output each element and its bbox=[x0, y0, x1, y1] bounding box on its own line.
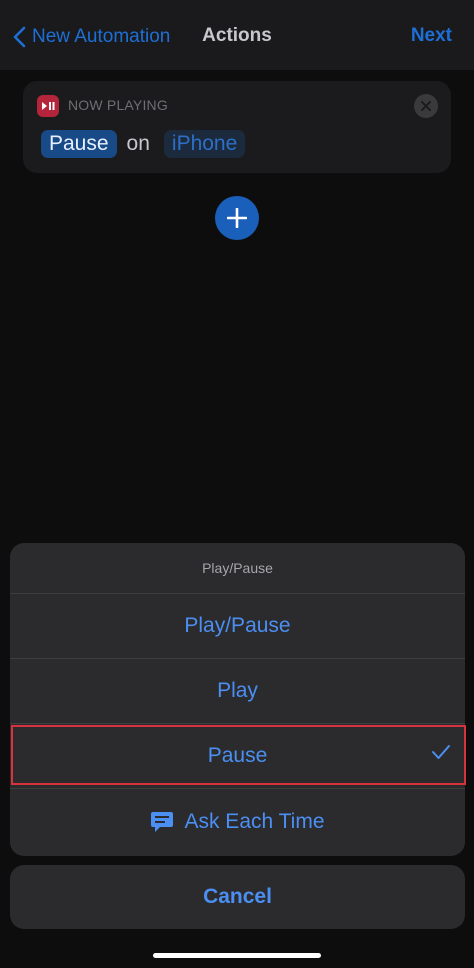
option-label: Pause bbox=[207, 744, 268, 767]
option-play-pause[interactable]: Play/Pause bbox=[10, 594, 465, 659]
remove-action-button[interactable] bbox=[414, 94, 438, 118]
option-label: Play/Pause bbox=[184, 614, 291, 637]
app-name-label: NOW PLAYING bbox=[68, 97, 168, 113]
action-value-token[interactable]: Pause bbox=[41, 130, 117, 158]
cancel-button[interactable]: Cancel bbox=[10, 865, 465, 929]
now-playing-app-icon bbox=[37, 95, 59, 117]
action-sheet-title: Play/Pause bbox=[10, 543, 465, 594]
option-play[interactable]: Play bbox=[10, 659, 465, 724]
connector-text: on bbox=[126, 132, 150, 155]
chat-bubble-icon bbox=[151, 811, 174, 832]
plus-icon bbox=[227, 208, 247, 228]
close-icon bbox=[421, 101, 431, 111]
play-pause-icon bbox=[42, 102, 55, 110]
option-label: Ask Each Time bbox=[184, 809, 325, 833]
option-label: Play bbox=[217, 679, 258, 702]
option-pause[interactable]: Pause bbox=[10, 724, 465, 789]
option-ask-each-time[interactable]: Ask Each Time bbox=[10, 789, 465, 854]
navigation-bar: New Automation Actions Next bbox=[0, 0, 474, 70]
home-indicator[interactable] bbox=[153, 953, 321, 958]
action-parameters: Pause on iPhone bbox=[41, 129, 246, 159]
page-title: Actions bbox=[202, 25, 272, 46]
action-sheet: Play/Pause Play/Pause Play Pause Ask Eac… bbox=[10, 543, 465, 856]
device-token[interactable]: iPhone bbox=[163, 130, 246, 158]
action-card: NOW PLAYING Pause on iPhone bbox=[23, 81, 451, 173]
add-action-button[interactable] bbox=[215, 196, 259, 240]
next-button[interactable]: Next bbox=[411, 25, 452, 47]
checkmark-icon bbox=[432, 745, 450, 759]
